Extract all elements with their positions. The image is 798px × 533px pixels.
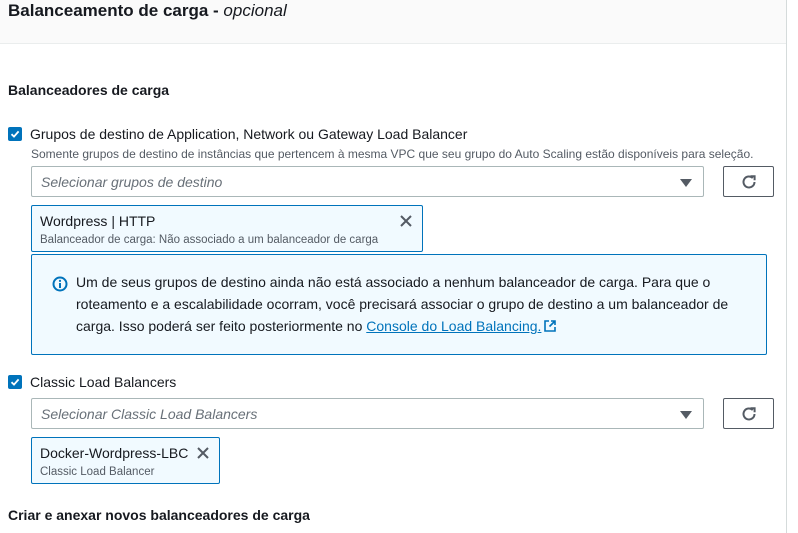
external-link-icon[interactable] [543,319,557,333]
classic-lb-checkbox[interactable] [8,375,22,389]
section-title-load-balancers: Balanceadores de carga [8,82,170,98]
panel-right-border [786,0,787,533]
info-alert: Um de seus grupos de destino ainda não e… [31,254,767,355]
target-groups-description: Somente grupos de destino de instâncias … [31,147,754,161]
classic-lb-refresh-button[interactable] [723,398,774,429]
target-groups-refresh-button[interactable] [723,166,774,197]
check-icon [10,378,20,386]
container-header: Balanceamento de carga - opcional [0,0,786,44]
target-groups-select[interactable]: Selecionar grupos de destino [31,166,704,197]
close-icon[interactable] [195,445,211,461]
caret-down-icon [680,411,692,419]
classic-lb-token: Docker-Wordpress-LBC Classic Load Balanc… [31,437,220,484]
alert-text: Um de seus grupos de destino ainda não e… [76,274,729,334]
caret-down-icon [680,179,692,187]
section-title-create-attach: Criar e anexar novos balanceadores de ca… [8,507,310,523]
classic-lb-label: Classic Load Balancers [30,374,177,390]
select-placeholder: Selecionar grupos de destino [41,174,223,190]
refresh-icon [742,406,756,420]
check-icon [10,130,20,138]
target-group-token: Wordpress | HTTP Balanceador de carga: N… [31,205,423,252]
info-icon [52,276,68,292]
target-groups-label: Grupos de destino de Application, Networ… [30,126,468,142]
load-balancing-console-link[interactable]: Console do Load Balancing. [366,318,541,334]
classic-lb-select[interactable]: Selecionar Classic Load Balancers [31,398,704,429]
token-title: Docker-Wordpress-LBC [40,445,189,461]
token-subtitle: Balanceador de carga: Não associado a um… [40,234,379,246]
token-title: Wordpress | HTTP [40,213,156,229]
select-placeholder: Selecionar Classic Load Balancers [41,406,258,422]
close-icon[interactable] [398,213,414,229]
token-subtitle: Classic Load Balancer [40,466,155,478]
refresh-icon [742,174,756,188]
page-title: Balanceamento de carga - opcional [8,1,287,20]
target-groups-checkbox[interactable] [8,127,22,141]
optional-label: opcional [223,1,287,20]
